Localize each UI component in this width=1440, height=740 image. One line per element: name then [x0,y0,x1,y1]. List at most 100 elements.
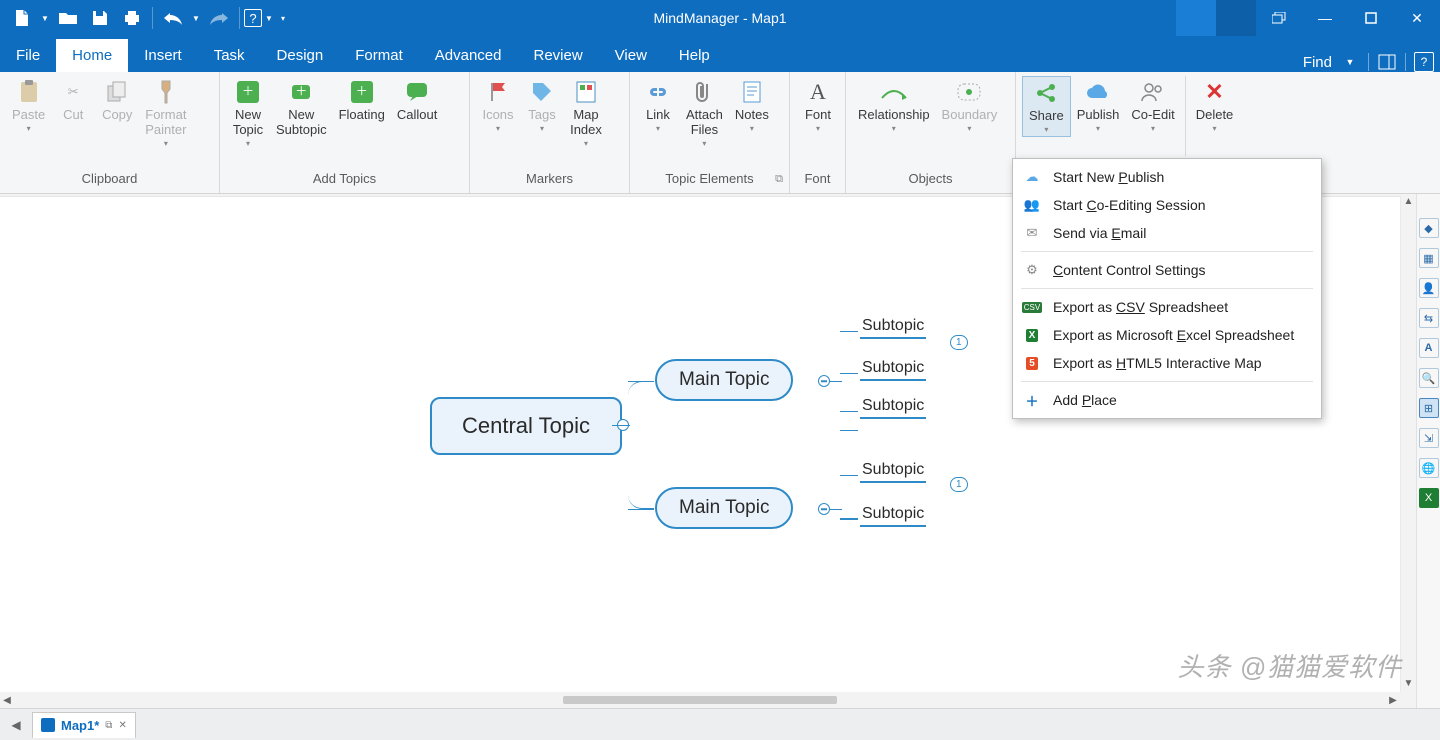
dock-search-icon[interactable]: 🔍 [1419,368,1439,388]
tab-design[interactable]: Design [261,39,340,72]
tab-task[interactable]: Task [198,39,261,72]
dock-text-icon[interactable]: A [1419,338,1439,358]
share-dropdown-menu: ☁Start New Publish 👥Start Co-Editing Ses… [1012,158,1322,419]
topic-badge[interactable]: 1 [950,477,968,492]
dock-globe-icon[interactable]: 🌐 [1419,458,1439,478]
document-tab[interactable]: Map1* ⧉ ✕ [32,712,136,738]
copy-button[interactable]: Copy [95,76,139,125]
group-topic-elements-label: Topic Elements⧉ [630,171,789,193]
callout-button[interactable]: Callout [391,76,443,125]
icons-button[interactable]: Icons▾ [476,76,520,135]
publish-button[interactable]: Publish▾ [1071,76,1126,135]
map-index-button[interactable]: Map Index▾ [564,76,608,150]
mail-icon: ✉ [1023,224,1041,242]
notes-button[interactable]: Notes▾ [729,76,775,135]
attach-files-button[interactable]: Attach Files▾ [680,76,729,150]
dock-layout-icon[interactable]: ⊞ [1419,398,1439,418]
maximize-icon[interactable] [1348,0,1394,36]
tab-view[interactable]: View [599,39,663,72]
share-button[interactable]: Share▾ [1022,76,1071,137]
help-dropdown-icon[interactable]: ▼ [262,2,276,34]
dock-export-icon[interactable]: ⇲ [1419,428,1439,448]
link-button[interactable]: Link▾ [636,76,680,135]
restore-window-icon[interactable] [1256,0,1302,36]
main-topic-2-node[interactable]: Main Topic [655,487,793,529]
tab-nav-prev-icon[interactable]: ◀ [4,713,28,737]
doc-tab-popout-icon[interactable]: ⧉ [105,720,112,731]
redo-icon[interactable] [203,2,235,34]
relationship-button[interactable]: Relationship▾ [852,76,936,135]
subtopic-node[interactable]: Subtopic [860,317,926,339]
save-icon[interactable] [84,2,116,34]
new-file-icon[interactable] [6,2,38,34]
menu-content-control[interactable]: ⚙Content Control Settings [1013,256,1321,284]
topic-badge[interactable]: 1 [950,335,968,350]
tab-format[interactable]: Format [339,39,419,72]
tab-advanced[interactable]: Advanced [419,39,518,72]
subtopic-node[interactable]: Subtopic [860,461,926,483]
scroll-down-icon[interactable]: ▼ [1401,678,1416,692]
scroll-corner [1400,692,1416,708]
delete-button[interactable]: ✕Delete▾ [1190,76,1240,135]
new-subtopic-button[interactable]: ＋New Subtopic [270,76,333,140]
main-topic-1-node[interactable]: Main Topic [655,359,793,401]
tab-insert[interactable]: Insert [128,39,198,72]
tab-help[interactable]: Help [663,39,726,72]
cut-button[interactable]: ✂Cut [51,76,95,125]
horizontal-scrollbar[interactable]: ◀ ▶ [0,692,1400,708]
find-dropdown-icon[interactable]: ▼ [1340,52,1360,72]
paperclip-icon [690,78,718,106]
qat-dropdown-icon[interactable]: ▼ [38,2,52,34]
find-label[interactable]: Find [1303,54,1332,71]
dock-marker-icon[interactable]: ◆ [1419,218,1439,238]
account-block-1[interactable] [1176,0,1216,36]
menu-add-place[interactable]: ＋Add Place [1013,386,1321,414]
menu-export-html5[interactable]: 5Export as HTML5 Interactive Map [1013,349,1321,377]
print-icon[interactable] [116,2,148,34]
undo-icon[interactable] [157,2,189,34]
tags-button[interactable]: Tags▾ [520,76,564,135]
font-button[interactable]: AFont▾ [796,76,840,135]
scroll-right-icon[interactable]: ▶ [1386,695,1400,706]
menu-start-publish[interactable]: ☁Start New Publish [1013,163,1321,191]
subtopic-node[interactable]: Subtopic [860,359,926,381]
collapse-joint[interactable] [818,503,830,515]
coedit-button[interactable]: Co-Edit▾ [1125,76,1180,135]
boundary-button[interactable]: Boundary▾ [936,76,1004,135]
doc-tab-close-icon[interactable]: ✕ [118,720,126,731]
scrollbar-thumb[interactable] [563,696,837,704]
menu-export-csv[interactable]: CSVExport as CSV Spreadsheet [1013,293,1321,321]
scroll-left-icon[interactable]: ◀ [0,695,14,706]
undo-dropdown-icon[interactable]: ▼ [189,2,203,34]
help-icon[interactable]: ? [244,9,262,27]
dock-excel-icon[interactable]: X [1419,488,1439,508]
floating-button[interactable]: ＋Floating [333,76,391,125]
tab-file[interactable]: File [0,39,56,72]
collapse-joint[interactable] [818,375,830,387]
dock-share-icon[interactable]: ⇆ [1419,308,1439,328]
account-block-2[interactable] [1216,0,1256,36]
taskpane-icon[interactable] [1377,52,1397,72]
vertical-scrollbar[interactable]: ▲ ▼ [1400,196,1416,692]
open-file-icon[interactable] [52,2,84,34]
subtopic-node[interactable]: Subtopic [860,397,926,419]
format-painter-button[interactable]: Format Painter▾ [139,76,192,150]
menu-start-coedit[interactable]: 👥Start Co-Editing Session [1013,191,1321,219]
menu-export-excel[interactable]: XExport as Microsoft Excel Spreadsheet [1013,321,1321,349]
dock-user-icon[interactable]: 👤 [1419,278,1439,298]
minimize-icon[interactable]: — [1302,0,1348,36]
dialog-launcher-icon[interactable]: ⧉ [775,173,783,186]
tab-home[interactable]: Home [56,39,128,72]
new-topic-button[interactable]: ＋New Topic▾ [226,76,270,150]
dock-calendar-icon[interactable]: ▦ [1419,248,1439,268]
scroll-up-icon[interactable]: ▲ [1401,196,1416,210]
about-icon[interactable]: ? [1414,52,1434,72]
close-icon[interactable]: ✕ [1394,0,1440,36]
paste-button[interactable]: Paste▾ [6,76,51,135]
menu-send-email[interactable]: ✉Send via Email [1013,219,1321,247]
central-topic-node[interactable]: Central Topic [430,397,622,455]
subtopic-node[interactable]: Subtopic [860,505,926,527]
csv-icon: CSV [1023,298,1041,316]
tab-review[interactable]: Review [517,39,598,72]
qat-more-icon[interactable]: ▾ [276,2,290,34]
